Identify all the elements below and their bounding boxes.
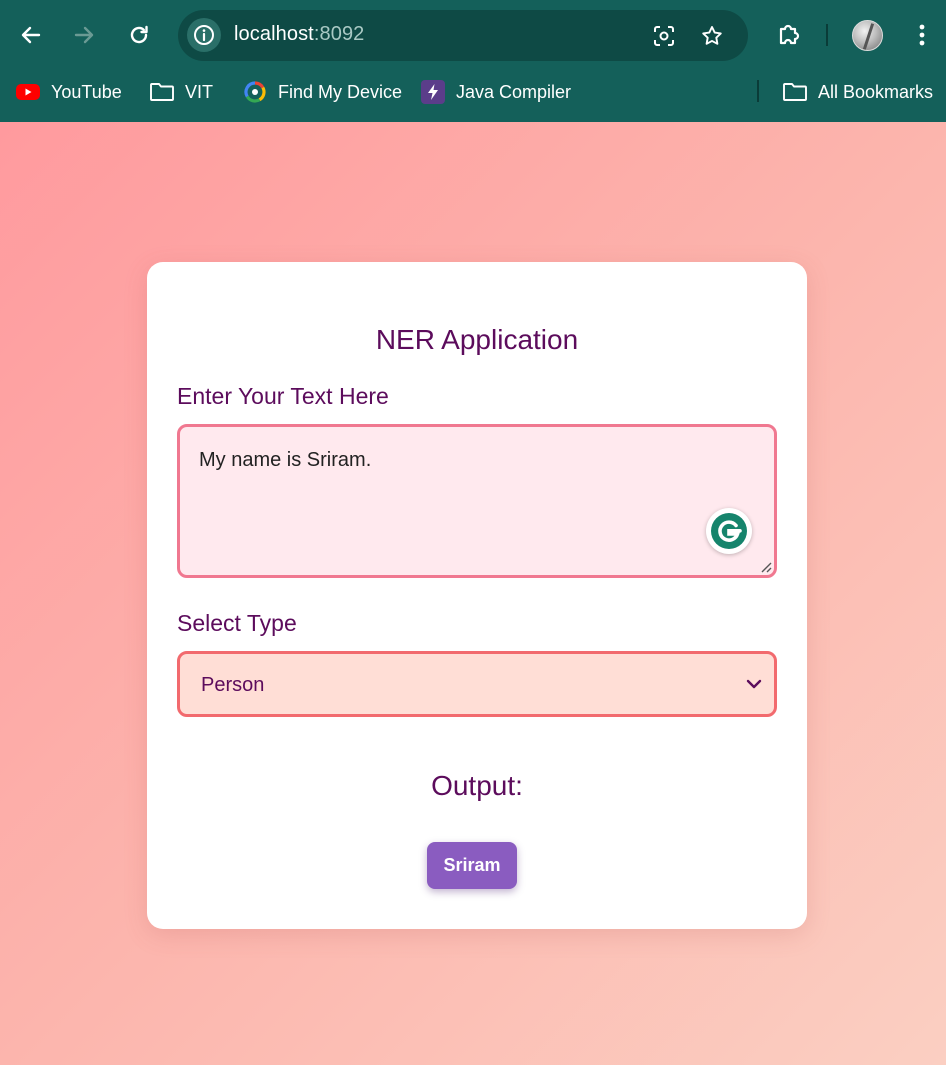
google-lens-icon: [654, 26, 674, 46]
bookmark-youtube[interactable]: YouTube: [15, 78, 122, 106]
kebab-menu-icon: [919, 24, 925, 46]
bookmark-java-compiler[interactable]: Java Compiler: [420, 78, 571, 106]
entity-type-select[interactable]: Person: [177, 651, 777, 717]
grammarly-button[interactable]: [706, 508, 752, 554]
youtube-icon: [15, 79, 41, 105]
folder-icon: [782, 79, 808, 105]
all-bookmarks-label: All Bookmarks: [818, 81, 934, 102]
info-icon: [194, 25, 214, 45]
url-port: :8092: [313, 23, 365, 45]
entity-type-value: Person: [201, 674, 265, 696]
bookmark-star-button[interactable]: [699, 23, 725, 49]
chevron-down-icon: [746, 679, 762, 689]
url-host: localhost: [234, 23, 314, 45]
output-heading: Output:: [431, 770, 523, 801]
profile-avatar[interactable]: [852, 20, 883, 51]
reload-icon: [130, 25, 148, 44]
bookmarks-bar: YouTube VIT Find My Device Java Compiler…: [0, 70, 946, 114]
extensions-button[interactable]: [771, 18, 805, 52]
bookmark-vit[interactable]: VIT: [149, 78, 213, 106]
browser-menu-button[interactable]: [905, 18, 939, 52]
forward-button[interactable]: [67, 18, 101, 52]
address-bar[interactable]: localhost:8092: [178, 10, 748, 61]
lens-button[interactable]: [651, 23, 677, 49]
bookmark-find-my-device[interactable]: Find My Device: [242, 78, 402, 106]
resize-handle-icon[interactable]: [758, 559, 772, 573]
all-bookmarks[interactable]: All Bookmarks: [782, 78, 933, 106]
grammarly-icon: [711, 513, 747, 549]
back-button[interactable]: [14, 18, 48, 52]
url-text[interactable]: localhost:8092: [234, 23, 364, 46]
text-input-label: Enter Your Text Here: [177, 383, 389, 409]
folder-icon: [149, 79, 175, 105]
bookmarks-divider: [757, 80, 759, 102]
star-icon: [702, 26, 722, 45]
bookmark-label: Find My Device: [278, 81, 403, 102]
site-info-button[interactable]: [187, 18, 221, 52]
reload-button[interactable]: [122, 18, 156, 52]
browser-toolbar: localhost:8092: [0, 0, 946, 70]
puzzle-icon: [779, 24, 800, 45]
bookmark-label: VIT: [185, 81, 214, 102]
find-my-device-icon: [242, 79, 268, 105]
forward-arrow-icon: [74, 26, 94, 44]
select-type-label: Select Type: [177, 610, 297, 636]
back-arrow-icon: [21, 26, 41, 44]
page-title: NER Application: [375, 324, 579, 355]
browser-chrome: localhost:8092 YouTube VIT Find My Devic…: [0, 0, 946, 122]
text-input-value: My name is Sriram.: [199, 449, 372, 471]
ner-card: NER Application Enter Your Text Here My …: [147, 262, 807, 929]
toolbar-divider: [826, 24, 828, 46]
bookmark-label: Java Compiler: [456, 81, 572, 102]
bookmark-label: YouTube: [51, 81, 122, 102]
page-background: NER Application Enter Your Text Here My …: [0, 122, 946, 1065]
entity-result-chip[interactable]: Sriram: [427, 842, 517, 889]
text-input-area[interactable]: My name is Sriram.: [177, 424, 777, 578]
lightning-icon: [420, 79, 446, 105]
